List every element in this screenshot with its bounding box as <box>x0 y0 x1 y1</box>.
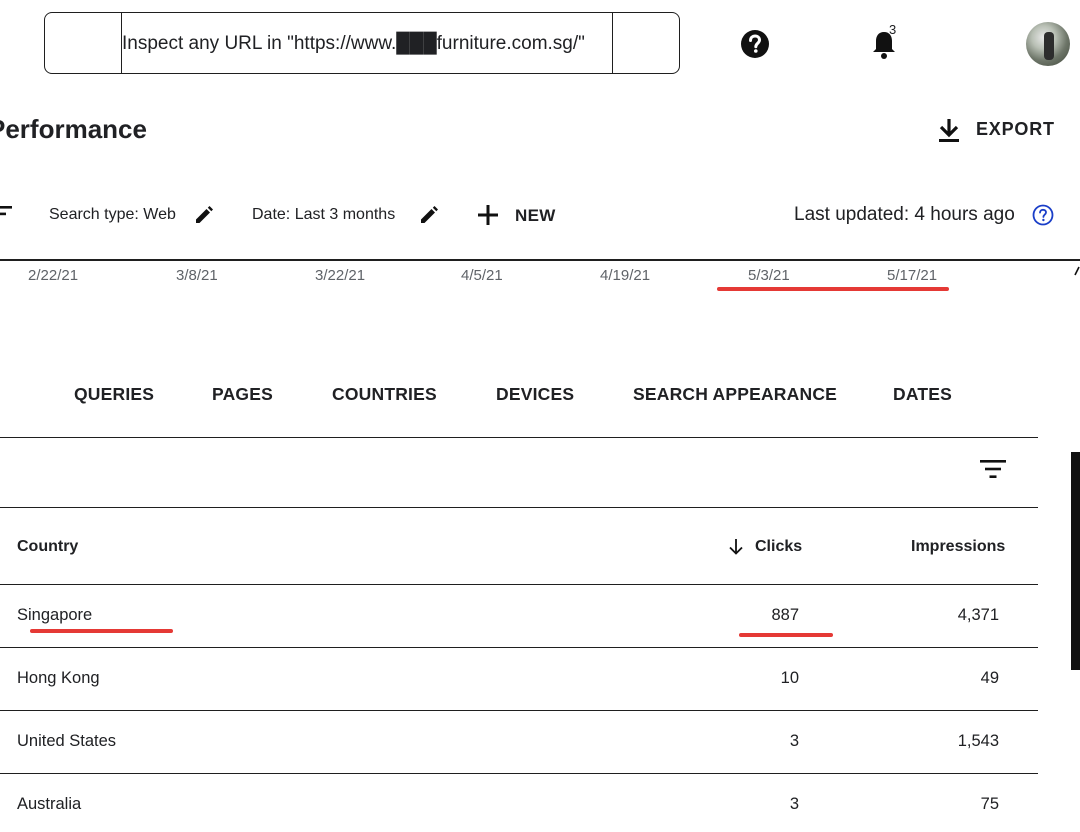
cell-impressions: 4,371 <box>957 606 999 624</box>
cell-country: Hong Kong <box>17 669 100 687</box>
table-filter-icon[interactable] <box>980 459 1006 479</box>
help-icon[interactable] <box>740 29 770 59</box>
search-bar-right-cell <box>612 13 679 73</box>
chart-axis-line <box>0 259 1080 261</box>
axis-date-label: 2/22/21 <box>28 267 79 284</box>
download-icon[interactable] <box>936 116 962 144</box>
column-header-impressions[interactable]: Impressions <box>911 538 1005 556</box>
table-header-divider <box>0 584 1038 585</box>
cell-country: Singapore <box>17 606 93 624</box>
cell-clicks: 10 <box>780 669 799 687</box>
last-updated-text: Last updated: 4 hours ago <box>794 204 1015 225</box>
table-row-divider <box>0 647 1038 648</box>
arrow-down-icon[interactable] <box>727 538 745 556</box>
axis-date-label: 5/17/21 <box>887 267 938 284</box>
edit-search-type-pencil-icon[interactable] <box>194 205 214 225</box>
user-avatar[interactable] <box>1026 22 1070 66</box>
search-bar-left-cell <box>45 13 122 73</box>
axis-date-label: 3/22/21 <box>315 267 366 284</box>
cell-country: United States <box>17 732 117 750</box>
axis-date-label: 3/8/21 <box>176 267 218 284</box>
plus-icon[interactable] <box>476 203 500 227</box>
axis-date-label: 4/5/21 <box>461 267 503 284</box>
avatar-figure <box>1044 32 1054 60</box>
cell-clicks: 887 <box>771 606 799 624</box>
tab-search-appearance[interactable]: SEARCH APPEARANCE <box>633 384 837 405</box>
export-button[interactable]: EXPORT <box>976 119 1055 140</box>
cell-impressions: 1,543 <box>957 732 999 750</box>
notification-count-badge: 3 <box>889 22 897 37</box>
url-inspect-search-bar[interactable]: Inspect any URL in "https://www.███furni… <box>44 12 680 74</box>
tab-dates[interactable]: DATES <box>893 384 952 405</box>
url-inspect-input-text[interactable]: Inspect any URL in "https://www.███furni… <box>122 33 585 55</box>
date-filter-chip[interactable]: Date: Last 3 months <box>252 206 395 224</box>
axis-tick-mark <box>1074 266 1080 276</box>
column-header-country[interactable]: Country <box>17 538 78 556</box>
cell-impressions: 49 <box>980 669 999 687</box>
tabs-divider <box>0 437 1038 438</box>
axis-date-label: 4/19/21 <box>600 267 651 284</box>
highlight-underline-country <box>30 629 173 633</box>
filter-icon[interactable] <box>0 205 12 223</box>
highlight-underline-clicks <box>739 633 833 637</box>
tab-countries[interactable]: COUNTRIES <box>332 384 437 405</box>
cell-clicks: 3 <box>789 795 799 813</box>
cell-impressions: 75 <box>980 795 999 813</box>
search-type-filter-chip[interactable]: Search type: Web <box>49 206 176 224</box>
highlight-underline-dates <box>717 287 949 291</box>
tab-queries[interactable]: QUERIES <box>74 384 154 405</box>
table-toolbar-divider <box>0 507 1038 508</box>
new-filter-button[interactable]: NEW <box>515 206 556 226</box>
table-row-divider <box>0 710 1038 711</box>
axis-date-label: 5/3/21 <box>748 267 790 284</box>
cell-clicks: 3 <box>789 732 799 750</box>
scrollbar-thumb[interactable] <box>1071 452 1080 670</box>
page-title: Performance <box>0 114 147 144</box>
column-header-clicks[interactable]: Clicks <box>755 538 802 556</box>
cell-country: Australia <box>17 795 82 813</box>
tab-pages[interactable]: PAGES <box>212 384 273 405</box>
table-row-divider <box>0 773 1038 774</box>
edit-date-pencil-icon[interactable] <box>419 205 439 225</box>
info-help-icon[interactable] <box>1032 204 1054 226</box>
tab-devices[interactable]: DEVICES <box>496 384 574 405</box>
